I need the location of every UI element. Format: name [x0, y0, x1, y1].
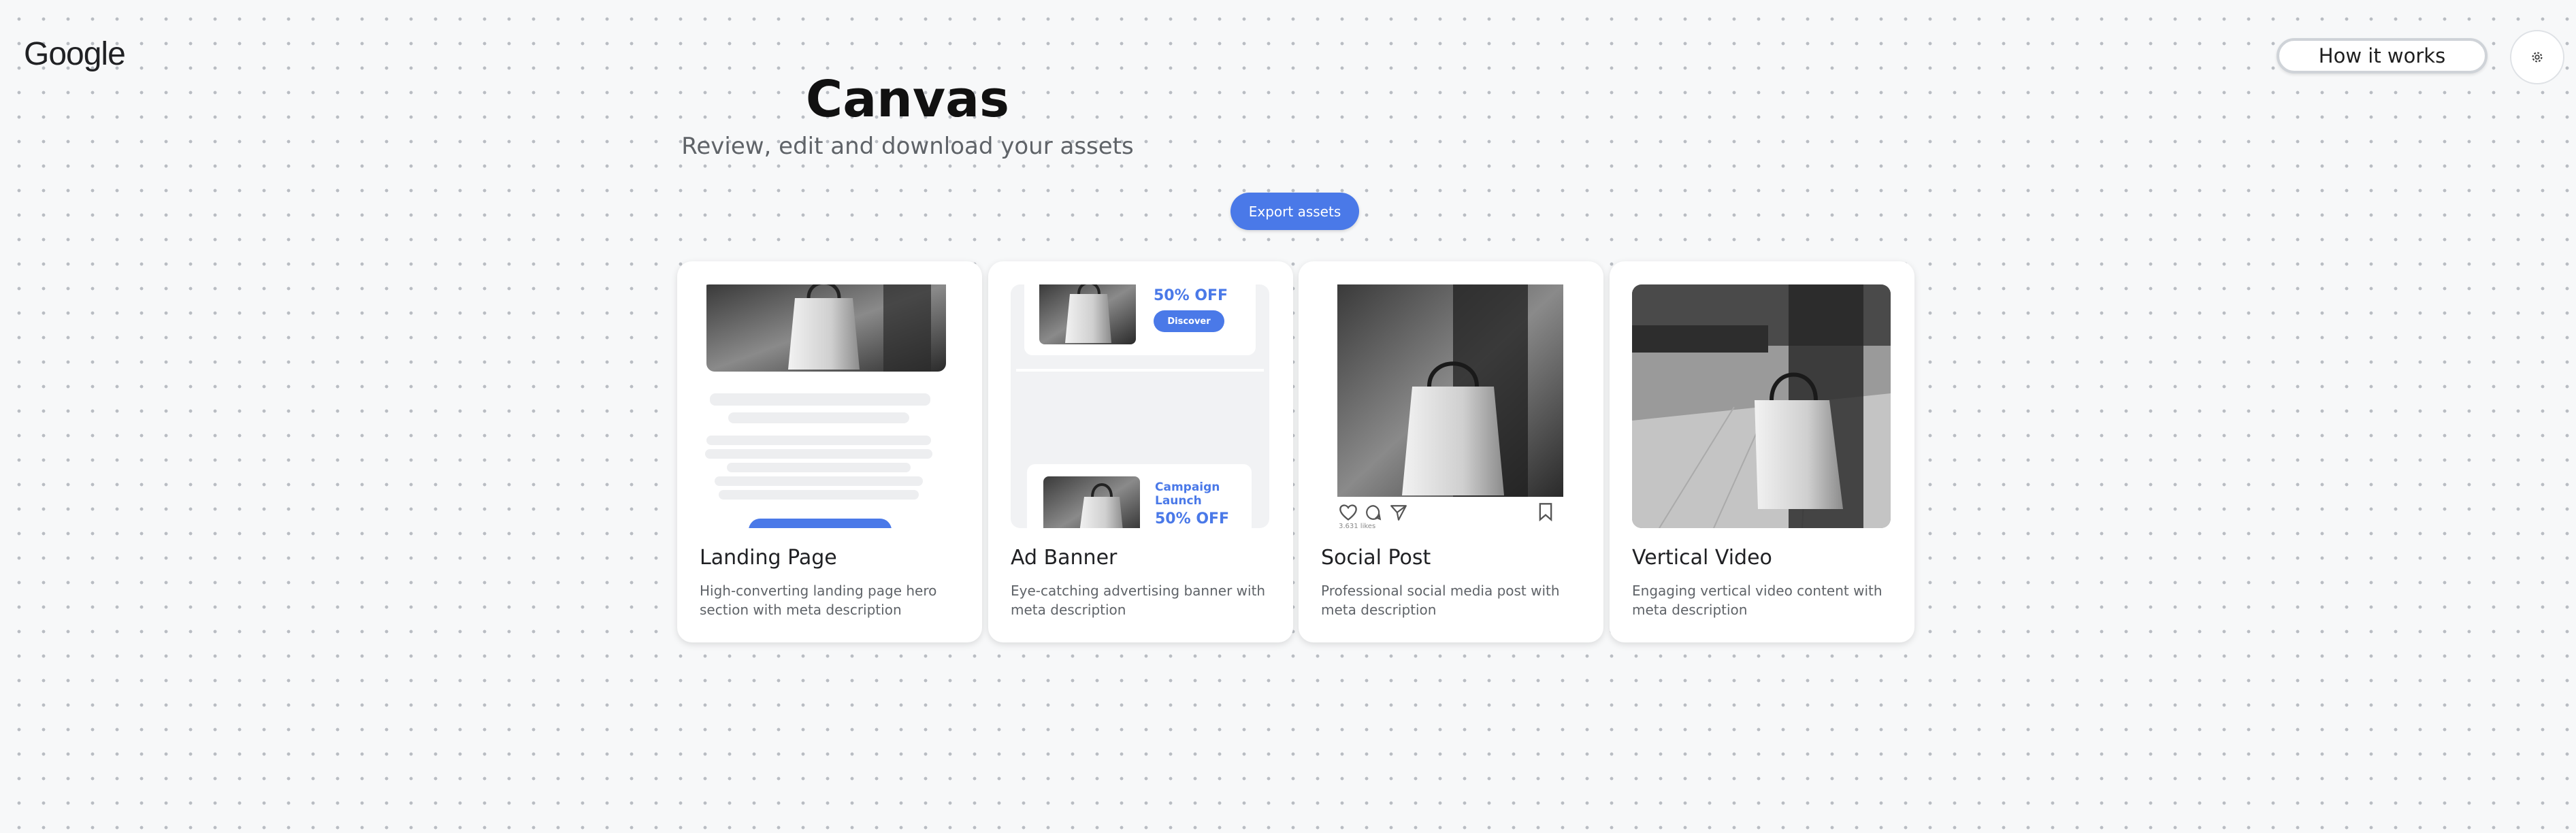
- card-title: Vertical Video: [1632, 546, 1772, 570]
- social-post-image: [1337, 284, 1563, 497]
- export-assets-button[interactable]: Export assets: [1230, 193, 1359, 230]
- card-description: Eye-catching advertising banner with met…: [1011, 583, 1266, 618]
- landing-headline-placeholder: [710, 393, 930, 406]
- asset-card-social-post[interactable]: 3,631 likes Social Post Professional soc…: [1299, 261, 1603, 642]
- ad-discover-button: Discover: [1154, 310, 1224, 332]
- landing-text-placeholder: [719, 490, 919, 500]
- vertical-video-preview: [1632, 284, 1891, 528]
- ad-offer-text: 50% OFF: [1155, 510, 1230, 527]
- page-subtitle: Review, edit and download your assets: [681, 133, 1134, 160]
- asset-card-vertical-video[interactable]: Vertical Video Engaging vertical video c…: [1610, 261, 1914, 642]
- ad-product-image: [1043, 476, 1140, 528]
- card-description: High-converting landing page hero sectio…: [700, 583, 937, 618]
- settings-button[interactable]: [2510, 30, 2564, 84]
- heart-icon: [1339, 504, 1357, 521]
- bookmark-icon: [1539, 503, 1552, 521]
- asset-card-ad-banner[interactable]: 50% OFF Discover Campaign Launch 50% OFF…: [988, 261, 1293, 642]
- ad-banner-preview: 50% OFF Discover Campaign Launch 50% OFF: [1011, 284, 1269, 528]
- ad-product-image: [1039, 284, 1136, 344]
- ad-divider: [1016, 369, 1264, 372]
- asset-card-landing-page[interactable]: Landing Page High-converting landing pag…: [677, 261, 982, 642]
- landing-cta-placeholder: [749, 519, 892, 528]
- card-title: Landing Page: [700, 546, 837, 570]
- landing-hero-image: [706, 284, 946, 372]
- landing-text-placeholder: [727, 463, 911, 472]
- ad-offer-text: 50% OFF: [1154, 287, 1228, 304]
- card-title: Ad Banner: [1011, 546, 1118, 570]
- social-post-preview: 3,631 likes: [1321, 284, 1580, 528]
- gear-icon: [2532, 52, 2543, 63]
- likes-count: 3,631 likes: [1339, 523, 1376, 528]
- card-description: Engaging vertical video content with met…: [1632, 583, 1882, 618]
- landing-text-placeholder: [715, 476, 923, 486]
- share-icon: [1390, 505, 1407, 521]
- ad-banner-top: 50% OFF Discover: [1024, 284, 1256, 355]
- landing-text-placeholder: [705, 449, 932, 459]
- ad-banner-bottom: Campaign Launch 50% OFF: [1027, 464, 1252, 528]
- google-logo: Google: [24, 36, 126, 72]
- vertical-video-image: [1632, 284, 1891, 528]
- page-title: Canvas: [805, 70, 1010, 129]
- comment-icon: [1366, 505, 1382, 521]
- landing-subheadline-placeholder: [728, 412, 909, 423]
- landing-text-placeholder: [706, 436, 931, 445]
- card-title: Social Post: [1321, 546, 1431, 570]
- landing-page-preview: [700, 284, 958, 528]
- card-description: Professional social media post with meta…: [1321, 583, 1560, 618]
- ad-campaign-heading: Campaign Launch: [1155, 480, 1220, 508]
- how-it-works-button[interactable]: How it works: [2277, 38, 2488, 74]
